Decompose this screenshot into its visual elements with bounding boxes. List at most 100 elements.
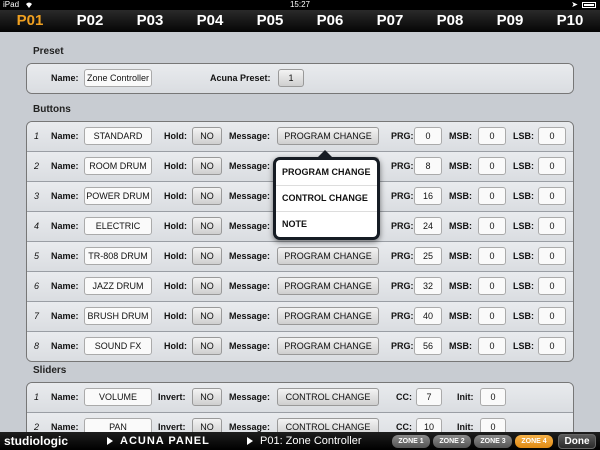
msb-field[interactable]: 0 [478,217,506,235]
lsb-field[interactable]: 0 [538,127,566,145]
msb-field[interactable]: 0 [478,157,506,175]
tab-p09[interactable]: P09 [480,10,540,32]
button-number: 8 [34,341,40,351]
init-field[interactable]: 0 [480,418,506,432]
popover-option[interactable]: CONTROL CHANGE [276,186,377,212]
prg-field[interactable]: 25 [414,247,442,265]
message-type-selector[interactable]: PROGRAM CHANGE [277,127,379,145]
tab-p10[interactable]: P10 [540,10,600,32]
slider-name-field[interactable]: VOLUME [84,388,152,406]
zone-4-button[interactable]: ZONE 4 [515,435,553,448]
zone-2-button[interactable]: ZONE 2 [433,435,471,448]
acuna-preset-selector[interactable]: 1 [278,69,304,87]
breadcrumb-arrow-icon [107,437,113,445]
button-name-field[interactable]: ROOM DRUM [84,157,152,175]
hold-toggle[interactable]: NO [192,277,222,295]
lsb-field[interactable]: 0 [538,217,566,235]
message-label: Message: [229,191,271,201]
tab-p07[interactable]: P07 [360,10,420,32]
hold-toggle[interactable]: NO [192,187,222,205]
done-button[interactable]: Done [558,434,596,449]
message-label: Message: [229,131,271,141]
message-type-selector[interactable]: CONTROL CHANGE [277,388,379,406]
message-type-selector[interactable]: CONTROL CHANGE [277,418,379,432]
button-name-field[interactable]: POWER DRUM [84,187,152,205]
init-field[interactable]: 0 [480,388,506,406]
button-name-field[interactable]: SOUND FX [84,337,152,355]
tab-p03[interactable]: P03 [120,10,180,32]
prg-field[interactable]: 0 [414,127,442,145]
hold-label: Hold: [164,311,187,321]
button-name-field[interactable]: JAZZ DRUM [84,277,152,295]
msb-field[interactable]: 0 [478,247,506,265]
message-type-selector[interactable]: PROGRAM CHANGE [277,277,379,295]
zone-3-button[interactable]: ZONE 3 [474,435,512,448]
button-name-field[interactable]: TR-808 DRUM [84,247,152,265]
main-content: Preset Name: Zone Controller Acuna Prese… [0,32,600,432]
lsb-field[interactable]: 0 [538,307,566,325]
slider-name-field[interactable]: PAN [84,418,152,432]
button-number: 5 [34,251,40,261]
cc-field[interactable]: 10 [416,418,442,432]
hold-toggle[interactable]: NO [192,157,222,175]
hold-toggle[interactable]: NO [192,307,222,325]
prg-field[interactable]: 40 [414,307,442,325]
prg-label: PRG: [391,221,414,231]
lsb-field[interactable]: 0 [538,337,566,355]
button-name-field[interactable]: BRUSH DRUM [84,307,152,325]
lsb-label: LSB: [513,221,534,231]
button-name-label: Name: [51,341,79,351]
tab-p04[interactable]: P04 [180,10,240,32]
tab-p01[interactable]: P01 [0,10,60,32]
message-type-selector[interactable]: PROGRAM CHANGE [277,307,379,325]
message-type-selector[interactable]: PROGRAM CHANGE [277,337,379,355]
popover-option[interactable]: PROGRAM CHANGE [276,160,377,186]
tab-p02[interactable]: P02 [60,10,120,32]
prg-field[interactable]: 24 [414,217,442,235]
button-name-field[interactable]: ELECTRIC [84,217,152,235]
popover-caret [318,150,332,157]
cc-field[interactable]: 7 [416,388,442,406]
popover-option[interactable]: NOTE [276,212,377,237]
cc-label: CC: [396,422,412,432]
prg-label: PRG: [391,311,414,321]
lsb-field[interactable]: 0 [538,247,566,265]
zone-1-button[interactable]: ZONE 1 [392,435,430,448]
msb-field[interactable]: 0 [478,337,506,355]
hold-label: Hold: [164,131,187,141]
msb-field[interactable]: 0 [478,127,506,145]
lsb-field[interactable]: 0 [538,277,566,295]
hold-toggle[interactable]: NO [192,337,222,355]
lsb-label: LSB: [513,281,534,291]
preset-name-field[interactable]: Zone Controller [84,69,152,87]
msb-field[interactable]: 0 [478,307,506,325]
prg-field[interactable]: 8 [414,157,442,175]
hold-toggle[interactable]: NO [192,247,222,265]
button-row: 7 Name: BRUSH DRUM Hold: NO Message: PROGRAM C… [27,302,573,332]
hold-label: Hold: [164,191,187,201]
prg-field[interactable]: 56 [414,337,442,355]
msb-field[interactable]: 0 [478,187,506,205]
button-name-label: Name: [51,161,79,171]
slider-name-label: Name: [51,392,79,402]
lsb-field[interactable]: 0 [538,157,566,175]
tab-p08[interactable]: P08 [420,10,480,32]
prg-field[interactable]: 32 [414,277,442,295]
bottom-bar: studiologic ACUNA PANEL P01: Zone Contro… [0,432,600,450]
invert-toggle[interactable]: NO [192,388,222,406]
msb-label: MSB: [449,281,472,291]
hold-toggle[interactable]: NO [192,217,222,235]
msb-field[interactable]: 0 [478,277,506,295]
button-number: 3 [34,191,40,201]
hold-toggle[interactable]: NO [192,127,222,145]
tab-p06[interactable]: P06 [300,10,360,32]
lsb-field[interactable]: 0 [538,187,566,205]
invert-toggle[interactable]: NO [192,418,222,432]
button-name-field[interactable]: STANDARD [84,127,152,145]
button-number: 4 [34,221,40,231]
message-type-selector[interactable]: PROGRAM CHANGE [277,247,379,265]
slider-number: 2 [34,422,40,432]
battery-icon [582,2,596,8]
prg-field[interactable]: 16 [414,187,442,205]
tab-p05[interactable]: P05 [240,10,300,32]
